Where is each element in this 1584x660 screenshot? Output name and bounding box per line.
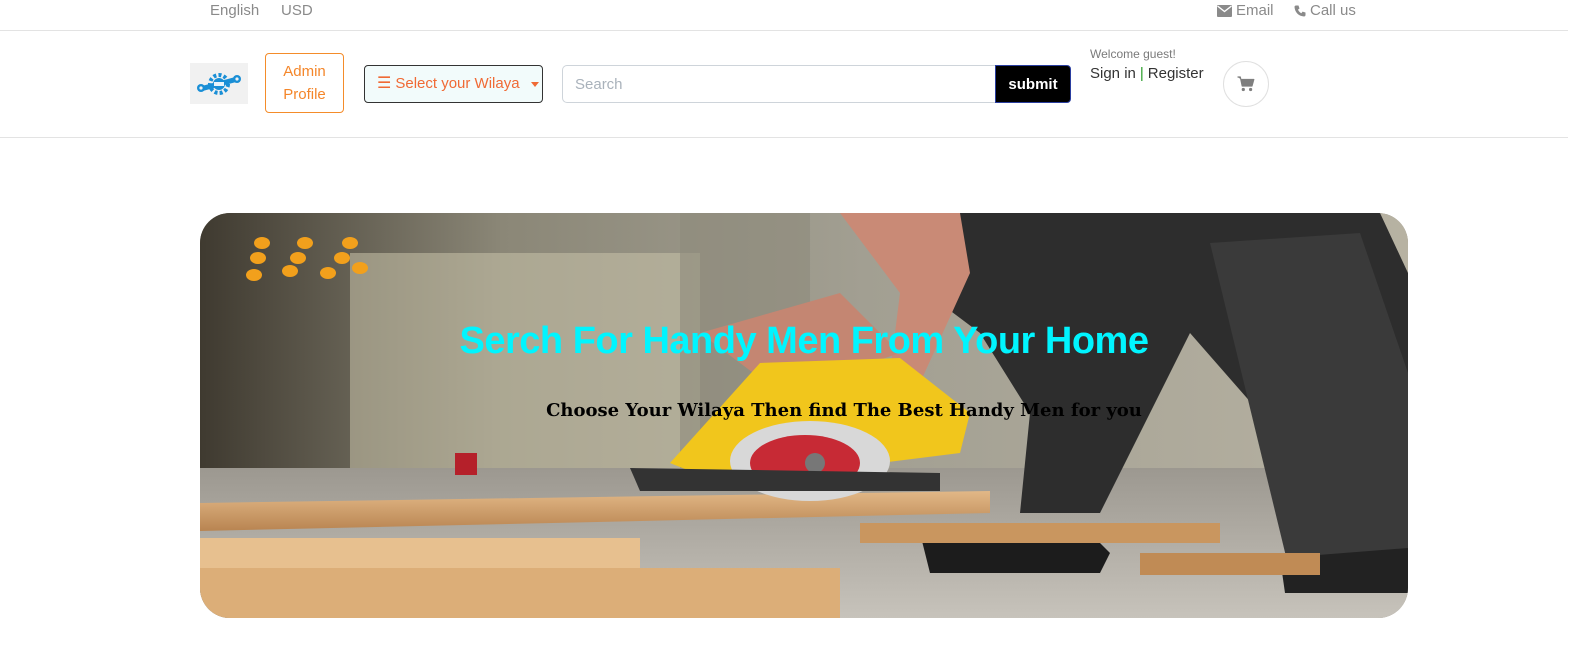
admin-profile-button[interactable]: Admin Profile [265, 53, 344, 113]
call-link[interactable]: Call us [1294, 2, 1356, 19]
hero-title: Serch For Handy Men From Your Home [459, 320, 1149, 362]
site-logo[interactable] [190, 63, 248, 104]
email-label: Email [1236, 2, 1274, 19]
auth-separator: | [1139, 65, 1144, 82]
main-header: Admin Profile ☰Select your Wilaya submit… [0, 31, 1568, 138]
envelope-icon [1217, 5, 1232, 17]
hero-banner: Serch For Handy Men From Your Home Choos… [200, 213, 1408, 618]
wilaya-dropdown-label: Select your Wilaya [395, 75, 520, 92]
search-input[interactable] [562, 65, 996, 103]
email-link[interactable]: Email [1217, 2, 1274, 19]
shopping-cart-icon [1237, 76, 1255, 92]
wrench-gear-logo [197, 72, 241, 95]
auth-links: Sign in | Register [1090, 65, 1204, 82]
hero-subtitle: Choose Your Wilaya Then find The Best Ha… [546, 400, 1142, 421]
cart-button[interactable] [1223, 61, 1269, 107]
top-bar: English USD Email Call us [0, 0, 1568, 31]
language-selector[interactable]: English [210, 2, 259, 19]
sign-in-link[interactable]: Sign in [1090, 65, 1136, 82]
currency-selector[interactable]: USD [281, 2, 313, 19]
submit-button[interactable]: submit [995, 65, 1071, 103]
register-link[interactable]: Register [1148, 65, 1204, 82]
wilaya-dropdown[interactable]: ☰ Select your Wilaya [364, 65, 543, 103]
phone-icon [1294, 5, 1306, 17]
call-label: Call us [1310, 2, 1356, 19]
menu-bars-icon: ☰ [377, 75, 392, 92]
welcome-text: Welcome guest! [1090, 47, 1176, 61]
chevron-down-icon [531, 82, 539, 87]
